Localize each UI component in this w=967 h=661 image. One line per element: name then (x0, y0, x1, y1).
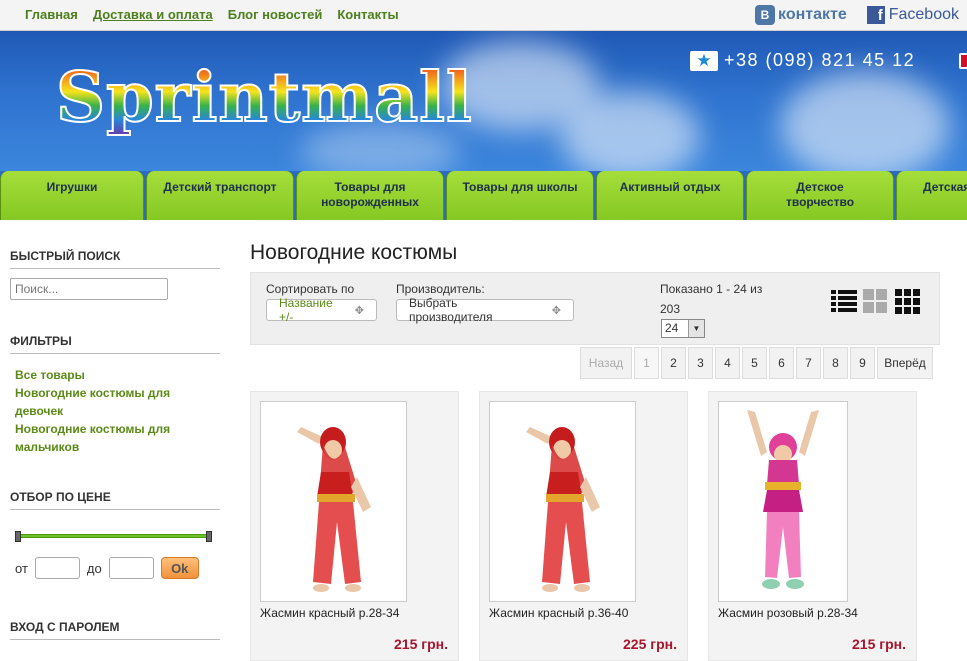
filter-girls[interactable]: Новогодние костюмы для девочек (15, 384, 195, 420)
vk-label: контакте (778, 6, 847, 23)
cloud-decoration (560, 91, 700, 171)
price-slider[interactable] (15, 531, 212, 542)
sort-select[interactable]: Название +/- ✥ (266, 296, 377, 324)
price-to-label: до (86, 560, 102, 576)
quick-search-heading: БЫСТРЫЙ ПОИСК (10, 249, 220, 269)
pager-page[interactable]: 9 (850, 347, 875, 379)
pagination: Назад 1 2 3 4 5 6 7 8 9 Вперёд (580, 347, 933, 379)
product-name[interactable]: Жасмин красный р.36-40 (489, 606, 628, 620)
maker-select[interactable]: Выбрать производителя ✥ (396, 296, 574, 324)
filters-list: Все товары Новогодние костюмы для девоче… (15, 366, 195, 456)
topnav-home-link[interactable]: Главная (25, 7, 78, 22)
vkontakte-link[interactable]: В контакте (755, 5, 847, 25)
price-range-row: от до Ok (15, 557, 199, 579)
star-icon: ★ (690, 50, 718, 71)
category-transport[interactable]: Детский транспорт (146, 171, 294, 220)
filter-boys[interactable]: Новогодние костюмы для мальчиков (15, 420, 195, 456)
price-from-label: от (15, 560, 28, 576)
maker-arrow-icon: ✥ (551, 304, 561, 317)
pager-page[interactable]: 7 (796, 347, 821, 379)
site-logo[interactable]: Sprintmall (55, 58, 473, 138)
pager-next-button[interactable]: Вперёд (877, 347, 933, 379)
product-image[interactable] (489, 401, 636, 602)
product-price: 215 грн. (394, 636, 448, 652)
category-newborn[interactable]: Товары для новорожденных (296, 171, 444, 220)
product-image[interactable] (718, 401, 848, 602)
price-from-input[interactable] (34, 557, 80, 579)
pager-page[interactable]: 8 (823, 347, 848, 379)
price-filter-heading: ОТБОР ПО ЦЕНЕ (10, 490, 220, 510)
listing-toolbar: Сортировать по Название +/- ✥ Производит… (250, 272, 940, 345)
category-toys[interactable]: Игрушки (0, 171, 144, 220)
product-price: 225 грн. (623, 636, 677, 652)
facebook-link[interactable]: f Facebook (866, 6, 959, 24)
product-card[interactable]: Жасмин розовый р.28-34 215 грн. (708, 391, 917, 661)
cloud-decoration (780, 71, 950, 171)
per-page-value: 24 (665, 321, 679, 335)
price-to-input[interactable] (108, 557, 154, 579)
category-nav: Игрушки Детский транспорт Товары для нов… (0, 171, 967, 220)
vk-icon: В (755, 5, 776, 25)
product-price: 215 грн. (852, 636, 906, 652)
pager-page[interactable]: 1 (634, 347, 659, 379)
product-card[interactable]: Жасмин красный р.36-40 225 грн. (479, 391, 688, 661)
price-ok-button[interactable]: Ok (160, 557, 199, 579)
product-card[interactable]: Жасмин красный р.28-34 215 грн. (250, 391, 459, 661)
price-slider-max-handle[interactable] (206, 531, 212, 542)
price-slider-min-handle[interactable] (15, 531, 21, 542)
top-nav: Главная Доставка и оплата Блог новостей … (25, 7, 399, 22)
pager-page[interactable]: 4 (715, 347, 740, 379)
results-total: 203 (660, 302, 681, 316)
social-links: В контакте f Facebook (755, 5, 967, 25)
topnav-delivery-link[interactable]: Доставка и оплата (93, 7, 213, 22)
pager-page[interactable]: 3 (688, 347, 713, 379)
filters-heading: ФИЛЬТРЫ (10, 334, 220, 354)
pager-page[interactable]: 6 (769, 347, 794, 379)
pager-page[interactable]: 2 (661, 347, 686, 379)
pager-prev-button[interactable]: Назад (580, 347, 632, 379)
maker-label: Производитель: (396, 282, 485, 296)
results-count: Показано 1 - 24 из (660, 282, 763, 296)
view-mode-switch (831, 289, 921, 314)
category-more[interactable]: Детская (896, 171, 967, 220)
phone-number: +38 (098) 821 45 12 (724, 50, 916, 70)
filter-all[interactable]: Все товары (15, 366, 195, 384)
search-input[interactable] (10, 278, 168, 300)
topnav-contacts-link[interactable]: Контакты (337, 7, 398, 22)
login-heading: ВХОД С ПАРОЛЕМ (10, 620, 220, 640)
phone-block: ★ +38 (098) 821 45 12 (690, 50, 915, 71)
price-slider-track (18, 534, 209, 538)
per-page-select[interactable]: 24 ▼ (661, 319, 705, 338)
tile-view-icon[interactable] (895, 289, 921, 314)
sort-arrow-icon: ✥ (354, 304, 364, 317)
site-header: Sprintmall ★ +38 (098) 821 45 12 (0, 31, 967, 171)
pager-page[interactable]: 5 (742, 347, 767, 379)
top-bar: Главная Доставка и оплата Блог новостей … (0, 0, 967, 31)
dropdown-arrow-icon: ▼ (688, 320, 704, 337)
maker-value: Выбрать производителя (409, 296, 493, 324)
category-creativity[interactable]: Детское творчество (746, 171, 894, 220)
facebook-label: Facebook (888, 6, 959, 23)
product-name[interactable]: Жасмин розовый р.28-34 (718, 606, 858, 620)
topnav-blog-link[interactable]: Блог новостей (228, 7, 323, 22)
category-school[interactable]: Товары для школы (446, 171, 594, 220)
product-name[interactable]: Жасмин красный р.28-34 (260, 606, 399, 620)
list-view-icon[interactable] (831, 289, 857, 313)
category-outdoor[interactable]: Активный отдых (596, 171, 744, 220)
product-image[interactable] (260, 401, 407, 602)
red-badge-icon (959, 53, 967, 69)
sort-label: Сортировать по (266, 282, 355, 296)
sort-value: Название +/- (279, 296, 333, 324)
facebook-icon: f (866, 6, 885, 24)
page-title: Новогодние костюмы (250, 241, 458, 264)
grid-view-icon[interactable] (863, 289, 889, 313)
